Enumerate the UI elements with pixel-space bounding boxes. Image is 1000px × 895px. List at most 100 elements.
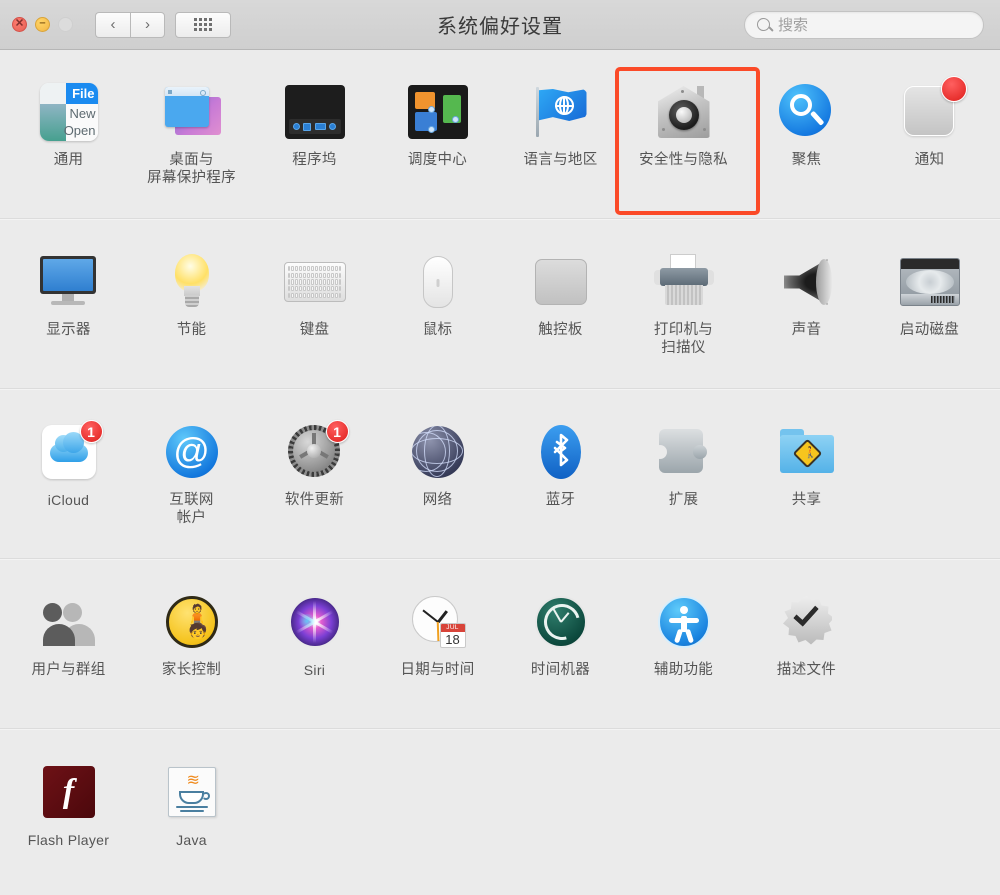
pane-label: 桌面与 屏幕保护程序 xyxy=(147,152,236,186)
calendar-month: JUL xyxy=(440,624,465,632)
pane-row-1: File New Open 通用 桌面与 屏幕保护程序 程序坞 调度中心 语言与… xyxy=(0,50,1000,220)
sharing-icon: 🚶 xyxy=(775,420,839,484)
back-button[interactable]: ‹ xyxy=(95,11,130,38)
pane-language-region[interactable]: 语言与地区 xyxy=(499,64,622,220)
time-machine-icon xyxy=(529,590,593,654)
pane-profiles[interactable]: 描述文件 xyxy=(745,574,868,730)
general-icon-text-new: New xyxy=(69,106,96,121)
pane-mission-control[interactable]: 调度中心 xyxy=(376,64,499,220)
pane-row-4: 用户与群组 🧍 🧒 家长控制 Siri JUL 18 日期与时间 时间机器 辅助… xyxy=(0,560,1000,730)
notifications-icon xyxy=(898,76,967,144)
extensions-icon xyxy=(652,420,716,484)
pane-label: 键盘 xyxy=(299,322,330,338)
java-icon: ≋ xyxy=(160,760,224,824)
pane-security-privacy[interactable]: 安全性与隐私 xyxy=(615,64,760,220)
pane-date-time[interactable]: JUL 18 日期与时间 xyxy=(376,574,499,730)
pane-network[interactable]: 网络 xyxy=(376,404,499,560)
pane-sharing[interactable]: 🚶 共享 xyxy=(745,404,868,560)
preference-panes-grid: File New Open 通用 桌面与 屏幕保护程序 程序坞 调度中心 语言与… xyxy=(0,50,1000,895)
pane-desktop-screensaver[interactable]: 桌面与 屏幕保护程序 xyxy=(130,64,253,220)
pane-startup-disk[interactable]: 启动磁盘 xyxy=(868,234,991,390)
pane-flash-player[interactable]: f Flash Player xyxy=(7,744,130,890)
search-icon xyxy=(757,18,770,31)
pane-accessibility[interactable]: 辅助功能 xyxy=(622,574,745,730)
forward-button[interactable]: › xyxy=(130,11,165,38)
pane-row-3: 1 iCloud @ 互联网 帐户 1 软件更新 网络 蓝牙 扩展 🚶 共享 xyxy=(0,390,1000,560)
pane-displays[interactable]: 显示器 xyxy=(7,234,130,390)
pane-users-groups[interactable]: 用户与群组 xyxy=(7,574,130,730)
window-toolbar: ✕ − ‹ › 系统偏好设置 搜索 xyxy=(0,0,1000,50)
pane-dock[interactable]: 程序坞 xyxy=(253,64,376,220)
pane-siri[interactable]: Siri xyxy=(253,574,376,730)
pane-mouse[interactable]: 鼠标 xyxy=(376,234,499,390)
search-input[interactable]: 搜索 xyxy=(744,10,984,39)
pane-label: 描述文件 xyxy=(776,662,837,678)
pane-keyboard[interactable]: 键盘 xyxy=(253,234,376,390)
search-placeholder: 搜索 xyxy=(778,17,809,34)
pane-internet-accounts[interactable]: @ 互联网 帐户 xyxy=(130,404,253,560)
minimize-button[interactable]: − xyxy=(35,17,50,32)
pane-java[interactable]: ≋ Java xyxy=(130,744,253,890)
pane-label: 软件更新 xyxy=(284,492,345,508)
pane-label: 辅助功能 xyxy=(653,662,714,678)
pane-label: 蓝牙 xyxy=(545,492,576,508)
pane-label: 家长控制 xyxy=(161,662,222,678)
pane-parental-controls[interactable]: 🧍 🧒 家长控制 xyxy=(130,574,253,730)
navigation-buttons: ‹ › xyxy=(95,11,165,38)
pane-label: 用户与群组 xyxy=(31,662,106,678)
icloud-badge: 1 xyxy=(79,420,103,443)
parental-controls-icon: 🧍 🧒 xyxy=(160,590,224,654)
pane-label: Siri xyxy=(303,662,326,678)
dock-icon xyxy=(283,80,347,144)
show-all-button[interactable] xyxy=(175,11,231,38)
pane-label: 聚焦 xyxy=(791,152,822,168)
software-update-badge: 1 xyxy=(325,420,349,443)
network-icon xyxy=(406,420,470,484)
accessibility-icon xyxy=(652,590,716,654)
pane-label: 通用 xyxy=(53,152,84,168)
pane-extensions[interactable]: 扩展 xyxy=(622,404,745,560)
general-icon: File New Open xyxy=(37,80,101,144)
profiles-icon xyxy=(775,590,839,654)
pane-label: 节能 xyxy=(176,322,207,338)
pane-notifications[interactable]: 通知 xyxy=(868,64,991,220)
grid-icon xyxy=(194,18,212,31)
chevron-right-icon: › xyxy=(145,16,150,33)
security-privacy-icon xyxy=(652,80,716,144)
flash-player-icon: f xyxy=(37,760,101,824)
pane-icloud[interactable]: 1 iCloud xyxy=(7,404,130,560)
keyboard-icon xyxy=(283,250,347,314)
pane-printers-scanners[interactable]: 打印机与 扫描仪 xyxy=(622,234,745,390)
pane-label: 网络 xyxy=(422,492,453,508)
zoom-button xyxy=(58,17,73,32)
pane-label: Java xyxy=(176,832,207,848)
printers-scanners-icon xyxy=(652,250,716,314)
energy-saver-icon xyxy=(160,250,224,314)
pane-energy-saver[interactable]: 节能 xyxy=(130,234,253,390)
software-update-icon: 1 xyxy=(283,420,349,484)
pane-label: 安全性与隐私 xyxy=(639,152,728,168)
close-button[interactable]: ✕ xyxy=(12,17,27,32)
pane-row-5: f Flash Player ≋ Java xyxy=(0,730,1000,890)
pane-label: iCloud xyxy=(47,492,90,508)
pane-label: 调度中心 xyxy=(407,152,468,168)
pane-label: Flash Player xyxy=(27,832,110,848)
pane-trackpad[interactable]: 触控板 xyxy=(499,234,622,390)
pane-label: 共享 xyxy=(791,492,822,508)
minimize-icon: − xyxy=(39,17,46,30)
chevron-left-icon: ‹ xyxy=(110,16,116,33)
bluetooth-icon xyxy=(529,420,593,484)
pane-general[interactable]: File New Open 通用 xyxy=(7,64,130,220)
internet-accounts-icon: @ xyxy=(160,420,224,484)
desktop-screensaver-icon xyxy=(160,80,224,144)
pane-label: 互联网 帐户 xyxy=(169,492,214,526)
notification-badge xyxy=(940,76,967,102)
pane-sound[interactable]: 声音 xyxy=(745,234,868,390)
pane-software-update[interactable]: 1 软件更新 xyxy=(253,404,376,560)
pane-bluetooth[interactable]: 蓝牙 xyxy=(499,404,622,560)
displays-icon xyxy=(37,250,101,314)
pane-label: 启动磁盘 xyxy=(899,322,960,338)
pane-spotlight[interactable]: 聚焦 xyxy=(745,64,868,220)
general-icon-text-file: File xyxy=(72,86,95,101)
pane-time-machine[interactable]: 时间机器 xyxy=(499,574,622,730)
